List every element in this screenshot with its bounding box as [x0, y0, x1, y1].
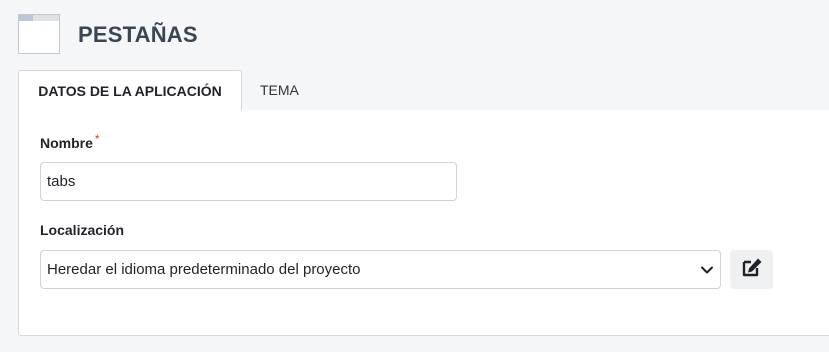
chevron-down-icon — [700, 263, 714, 277]
page-header: PESTAÑAS — [18, 12, 198, 56]
name-field-label: Nombre * — [40, 132, 100, 151]
tab-bar: DATOS DE LA APLICACIÓN TEMA — [18, 69, 829, 111]
tab-panel: Nombre* Localización Heredar el idioma p… — [18, 110, 829, 336]
tab-datos-de-la-aplicacion[interactable]: DATOS DE LA APLICACIÓN — [18, 70, 242, 111]
name-label-text: Nombre — [40, 135, 93, 151]
locale-select-value: Heredar el idioma predeterminado del pro… — [47, 261, 361, 278]
tab-tema[interactable]: TEMA — [242, 70, 317, 110]
locale-field-label: Localización — [40, 222, 125, 238]
edit-icon — [741, 257, 763, 282]
name-input[interactable] — [40, 162, 457, 201]
required-marker: * — [94, 132, 100, 146]
window-icon — [18, 14, 60, 54]
edit-locale-button[interactable] — [730, 250, 773, 289]
page-title: PESTAÑAS — [78, 22, 198, 47]
locale-select[interactable]: Heredar el idioma predeterminado del pro… — [40, 250, 721, 289]
